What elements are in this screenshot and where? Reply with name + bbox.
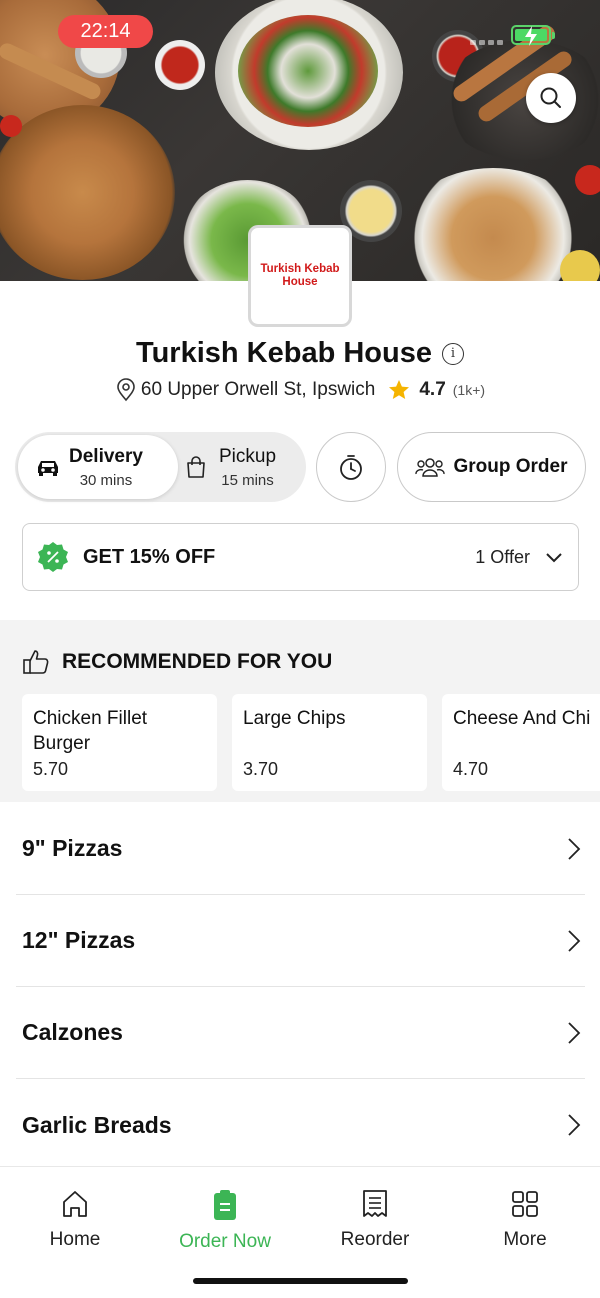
discount-badge-icon <box>38 542 68 572</box>
star-icon <box>389 380 410 399</box>
category-row[interactable]: 9" Pizzas <box>16 803 585 895</box>
recommended-section: RECOMMENDED FOR YOU Chicken Fillet Burge… <box>0 620 600 802</box>
restaurant-name: Turkish Kebab House <box>136 337 432 369</box>
category-row[interactable]: Calzones <box>16 987 585 1079</box>
recommended-card[interactable]: Cheese And Chi 4.70 <box>442 694 600 791</box>
item-name: Cheese And Chi <box>453 708 591 729</box>
tab-label: Home <box>49 1229 101 1250</box>
chevron-right-icon <box>568 929 581 952</box>
search-button[interactable] <box>526 73 576 123</box>
tab-order-now[interactable]: Order Now <box>150 1189 300 1253</box>
search-icon <box>540 87 561 108</box>
order-mode-toggle: Delivery 30 mins Pickup 15 mins <box>15 432 306 502</box>
tab-more[interactable]: More <box>450 1189 600 1251</box>
item-price: 5.70 <box>33 759 69 779</box>
logo-text: Turkish Kebab House <box>260 263 340 288</box>
delivery-option[interactable]: Delivery 30 mins <box>18 435 178 499</box>
thumbs-up-icon <box>23 650 49 674</box>
pickup-label: Pickup <box>219 445 277 467</box>
pickup-time: 15 mins <box>221 471 274 489</box>
car-icon <box>38 461 58 476</box>
info-icon[interactable]: i <box>441 342 464 365</box>
shopping-bag-icon <box>187 456 205 478</box>
schedule-button[interactable] <box>316 432 386 502</box>
chevron-down-icon <box>546 553 562 563</box>
item-price: 4.70 <box>453 759 489 779</box>
receipt-icon <box>363 1190 387 1217</box>
home-indicator <box>193 1278 408 1284</box>
item-price: 3.70 <box>243 759 279 779</box>
category-label: Garlic Breads <box>22 1111 172 1138</box>
recommended-card[interactable]: Large Chips 3.70 <box>232 694 427 791</box>
battery-charging-icon <box>511 25 555 46</box>
category-row[interactable]: Garlic Breads <box>16 1079 585 1171</box>
rating-value: 4.7 <box>419 379 446 400</box>
chevron-right-icon <box>568 1114 581 1136</box>
category-row[interactable]: 12" Pizzas <box>16 895 585 987</box>
recommended-heading: RECOMMENDED FOR YOU <box>62 650 333 673</box>
rating-count: (1k+) <box>452 382 486 398</box>
tab-label: Reorder <box>340 1229 410 1250</box>
offer-count: 1 Offer <box>475 546 530 567</box>
offer-label: GET 15% OFF <box>83 545 216 568</box>
grid-icon <box>512 1191 538 1217</box>
category-label: Calzones <box>22 1019 123 1045</box>
item-name: Chicken Fillet Burger <box>33 708 148 754</box>
tab-home[interactable]: Home <box>0 1189 150 1251</box>
tab-label: More <box>503 1229 547 1250</box>
group-order-label: Group Order <box>453 456 568 477</box>
delivery-label: Delivery <box>69 445 143 467</box>
group-icon <box>415 458 446 477</box>
chevron-right-icon <box>568 1021 581 1044</box>
category-label: 12" Pizzas <box>22 927 136 953</box>
item-name: Large Chips <box>243 708 346 729</box>
order-icon <box>214 1190 236 1220</box>
restaurant-logo: Turkish Kebab House <box>248 225 352 327</box>
home-icon <box>63 1191 87 1217</box>
offer-banner[interactable]: GET 15% OFF 1 Offer <box>22 523 579 591</box>
location-pin-icon <box>117 378 135 402</box>
chevron-right-icon <box>568 837 581 860</box>
restaurant-address: 60 Upper Orwell St, Ipswich <box>140 379 376 400</box>
group-order-button[interactable]: Group Order <box>397 432 586 502</box>
signal-icon <box>470 40 503 45</box>
pickup-option[interactable]: Pickup 15 mins <box>183 435 303 499</box>
timer-icon <box>340 455 362 480</box>
tab-label: Order Now <box>179 1231 271 1252</box>
status-time: 22:14 <box>58 15 153 48</box>
recommended-card[interactable]: Chicken Fillet Burger 5.70 <box>22 694 217 791</box>
delivery-time: 30 mins <box>79 471 133 489</box>
tab-reorder[interactable]: Reorder <box>300 1189 450 1251</box>
category-label: 9" Pizzas <box>22 835 123 861</box>
